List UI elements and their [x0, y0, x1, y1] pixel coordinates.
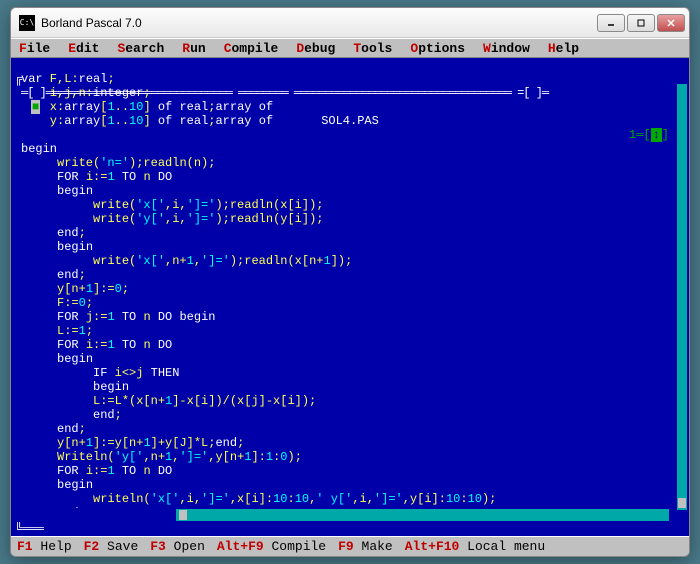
window-title: Borland Pascal 7.0 [41, 16, 597, 30]
status-f3[interactable]: F3 Open [150, 539, 205, 554]
maximize-button[interactable] [627, 14, 655, 32]
status-alt-f9[interactable]: Alt+F9 Compile [217, 539, 326, 554]
statusbar: F1 Help F2 Save F3 Open Alt+F9 Compile F9 Ma… [11, 536, 689, 556]
editor-filename: SOL4.PAS [321, 114, 379, 128]
status-alt-f10[interactable]: Alt+F10 Local menu [405, 539, 545, 554]
menu-search[interactable]: Search [117, 41, 164, 56]
code-editor[interactable]: var F,L:real; i,j,n:integer; x:array[1..… [11, 72, 689, 508]
close-editor-icon[interactable]: ■ [31, 100, 40, 114]
menu-options[interactable]: Options [410, 41, 465, 56]
status-f2[interactable]: F2 Save [84, 539, 139, 554]
menu-file[interactable]: File [19, 41, 50, 56]
status-f1[interactable]: F1 Help [17, 539, 72, 554]
status-f9[interactable]: F9 Make [338, 539, 393, 554]
horizontal-scrollbar[interactable] [176, 509, 669, 521]
app-window: C:\ Borland Pascal 7.0 File Edit Search Run… [10, 7, 690, 557]
app-icon: C:\ [19, 15, 35, 31]
zoom-icon[interactable]: ↕ [651, 128, 662, 142]
titlebar[interactable]: C:\ Borland Pascal 7.0 [11, 8, 689, 38]
editor-frame: ╔ ═[ ]══════════════════════════════ ═══… [11, 58, 689, 536]
editor-statusline: ╚═══ 37:23 ◄ ► [11, 508, 689, 522]
minimize-button[interactable] [597, 14, 625, 32]
menubar: File Edit Search Run Compile Debug Tools Option… [11, 38, 689, 58]
menu-edit[interactable]: Edit [68, 41, 99, 56]
menu-window[interactable]: Window [483, 41, 530, 56]
vertical-scrollbar[interactable] [677, 72, 687, 522]
close-button[interactable] [657, 14, 685, 32]
menu-help[interactable]: Help [548, 41, 579, 56]
window-controls [597, 14, 685, 32]
scroll-thumb-h[interactable] [179, 510, 187, 520]
menu-debug[interactable]: Debug [296, 41, 335, 56]
scroll-thumb[interactable] [678, 498, 686, 508]
menu-tools[interactable]: Tools [353, 41, 392, 56]
window-number: 1═[↕] [629, 128, 669, 142]
menu-compile[interactable]: Compile [224, 41, 279, 56]
editor-titlebar: ╔ ═[ ]══════════════════════════════ ═══… [11, 58, 689, 72]
menu-run[interactable]: Run [182, 41, 205, 56]
